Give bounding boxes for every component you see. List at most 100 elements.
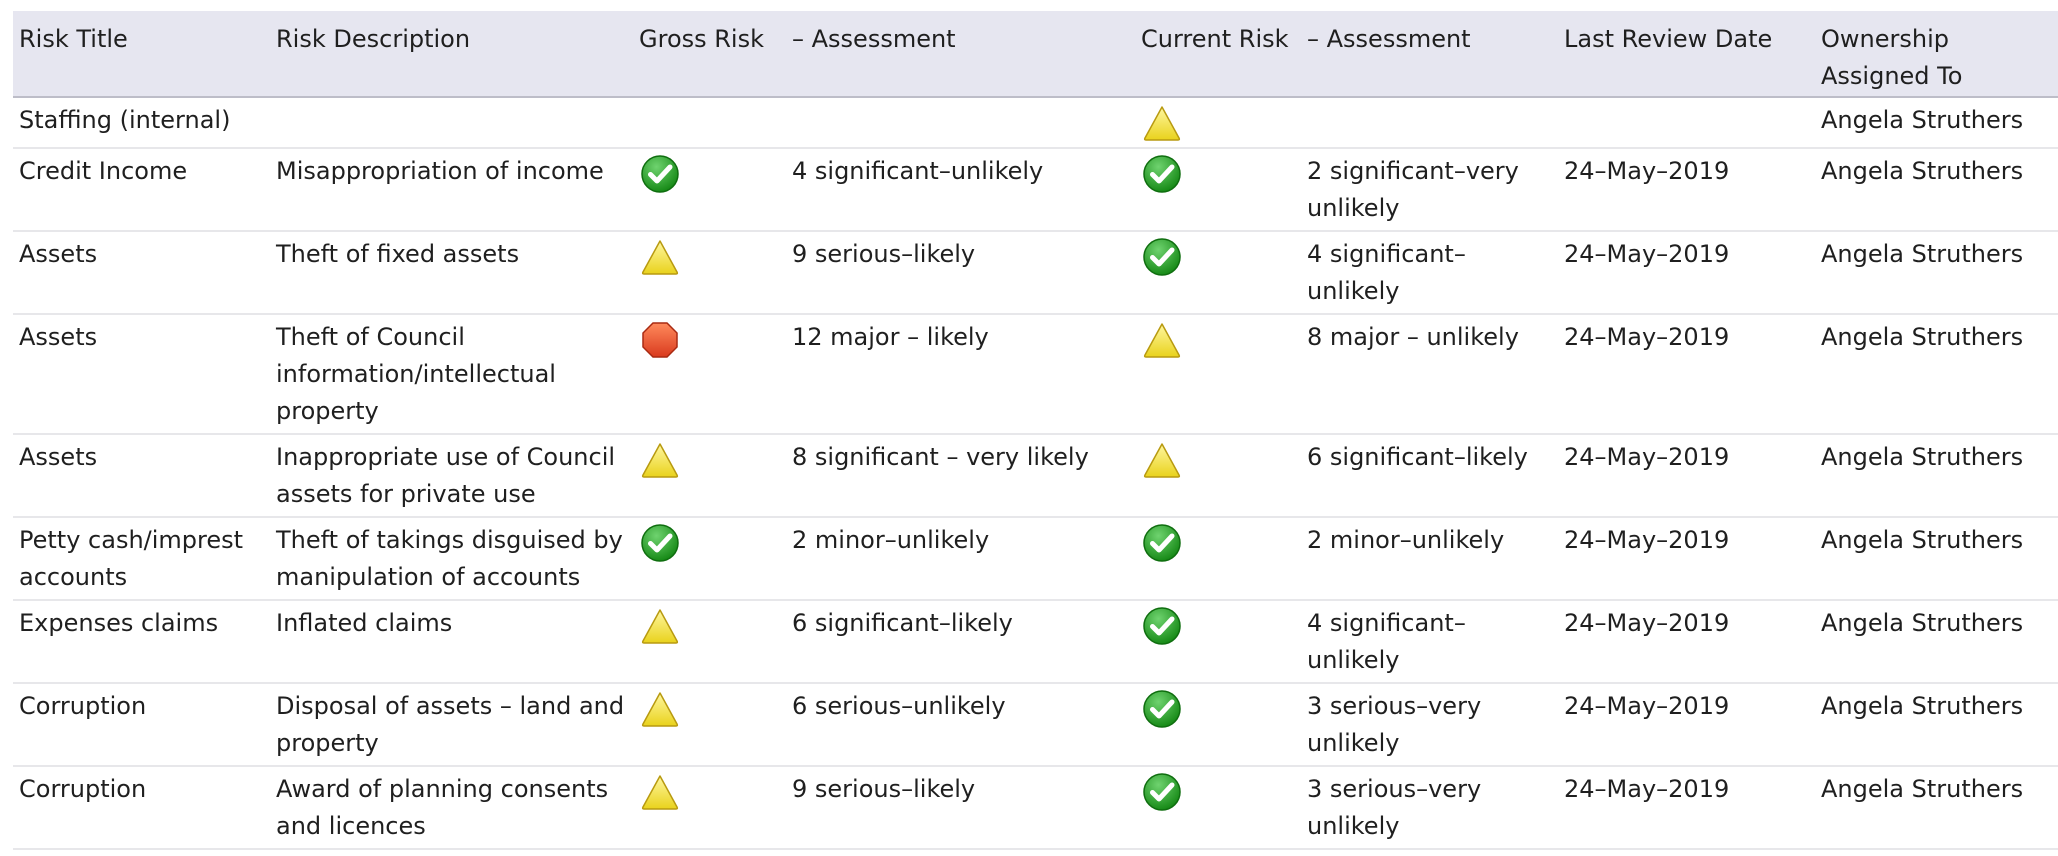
current-assessment-cell: 6 significant–likely <box>1301 434 1558 518</box>
owner-cell: Angela Struthers <box>1815 683 2058 767</box>
current-assessment-cell: 2 significant–very unlikely <box>1301 148 1558 232</box>
current-risk-cell <box>1135 766 1301 850</box>
gross-assessment-cell: 6 serious–unlikely <box>786 683 1135 767</box>
risk-description-cell <box>270 97 633 149</box>
column-header-current-assessment[interactable]: – Assessment <box>1301 11 1558 98</box>
column-header-risk-title[interactable]: Risk Title <box>13 11 270 98</box>
table-row[interactable]: Staffing (internal) Angela Struthers <box>13 97 2058 149</box>
risk-title-cell: Credit Income <box>13 148 270 232</box>
risk-register-table: Risk Title Risk Description Gross Risk –… <box>13 11 2058 850</box>
current-assessment-cell: 8 major – unlikely <box>1301 314 1558 435</box>
owner-cell: Angela Struthers <box>1815 97 2058 149</box>
check-icon <box>639 522 780 564</box>
risk-title-cell: Assets <box>13 434 270 518</box>
table-row[interactable]: Assets Theft of Council information/intel… <box>13 314 2058 435</box>
check-icon <box>639 153 780 195</box>
risk-description-cell: Award of planning consents and licences <box>270 766 633 850</box>
table-row[interactable]: Expenses claims Inflated claims 6 signific… <box>13 600 2058 684</box>
last-review-date-cell: 24–May–2019 <box>1558 314 1815 435</box>
risk-title-cell: Assets <box>13 314 270 435</box>
current-assessment-cell: 3 serious–very unlikely <box>1301 766 1558 850</box>
gross-assessment-cell: 9 serious–likely <box>786 766 1135 850</box>
risk-description-cell: Theft of takings disguised by manipulati… <box>270 517 633 601</box>
gross-assessment-cell <box>786 97 1135 149</box>
current-assessment-cell: 4 significant– unlikely <box>1301 600 1558 684</box>
risk-description-cell: Theft of Council information/intellectua… <box>270 314 633 435</box>
check-icon <box>1141 771 1295 813</box>
risk-title-cell: Assets <box>13 231 270 315</box>
risk-title-cell: Petty cash/imprest accounts <box>13 517 270 601</box>
current-risk-cell <box>1135 683 1301 767</box>
column-header-ownership[interactable]: Ownership Assigned To <box>1815 11 2058 98</box>
gross-assessment-cell: 4 significant–unlikely <box>786 148 1135 232</box>
risk-title-cell: Corruption <box>13 766 270 850</box>
last-review-date-cell: 24–May–2019 <box>1558 231 1815 315</box>
last-review-date-cell: 24–May–2019 <box>1558 517 1815 601</box>
risk-description-cell: Inflated claims <box>270 600 633 684</box>
owner-cell: Angela Struthers <box>1815 231 2058 315</box>
table-row[interactable]: Petty cash/imprest accounts Theft of taki… <box>13 517 2058 601</box>
warning-icon <box>639 771 780 813</box>
risk-title-cell: Staffing (internal) <box>13 97 270 149</box>
last-review-date-cell: 24–May–2019 <box>1558 148 1815 232</box>
last-review-date-cell: 24–May–2019 <box>1558 600 1815 684</box>
current-risk-cell <box>1135 517 1301 601</box>
table-row[interactable]: Assets Inappropriate use of Council asset… <box>13 434 2058 518</box>
check-icon <box>1141 522 1295 564</box>
warning-icon <box>1141 102 1295 144</box>
table-row[interactable]: Corruption Disposal of assets – land and … <box>13 683 2058 767</box>
gross-risk-cell <box>633 766 786 850</box>
current-risk-cell <box>1135 97 1301 149</box>
gross-risk-cell <box>633 434 786 518</box>
gross-assessment-cell: 2 minor–unlikely <box>786 517 1135 601</box>
check-icon <box>1141 605 1295 647</box>
column-header-last-review-date[interactable]: Last Review Date <box>1558 11 1815 98</box>
last-review-date-cell <box>1558 97 1815 149</box>
gross-assessment-cell: 9 serious–likely <box>786 231 1135 315</box>
risk-description-cell: Disposal of assets – land and property <box>270 683 633 767</box>
last-review-date-cell: 24–May–2019 <box>1558 434 1815 518</box>
column-header-gross-risk[interactable]: Gross Risk <box>633 11 786 98</box>
risk-description-cell: Theft of fixed assets <box>270 231 633 315</box>
warning-icon <box>639 236 780 278</box>
warning-icon <box>1141 319 1295 361</box>
table-row[interactable]: Corruption Award of planning consents and… <box>13 766 2058 850</box>
column-header-gross-assessment[interactable]: – Assessment <box>786 11 1135 98</box>
owner-cell: Angela Struthers <box>1815 434 2058 518</box>
table-row[interactable]: Assets Theft of fixed assets 9 serious–lik… <box>13 231 2058 315</box>
table-row[interactable]: Credit Income Misappropriation of income 4… <box>13 148 2058 232</box>
risk-description-cell: Inappropriate use of Council assets for … <box>270 434 633 518</box>
gross-assessment-cell: 12 major – likely <box>786 314 1135 435</box>
last-review-date-cell: 24–May–2019 <box>1558 683 1815 767</box>
risk-title-cell: Expenses claims <box>13 600 270 684</box>
check-icon <box>1141 153 1295 195</box>
gross-assessment-cell: 6 significant–likely <box>786 600 1135 684</box>
check-icon <box>1141 688 1295 730</box>
current-risk-cell <box>1135 600 1301 684</box>
warning-icon <box>639 688 780 730</box>
gross-risk-cell <box>633 148 786 232</box>
column-header-current-risk[interactable]: Current Risk <box>1135 11 1301 98</box>
gross-risk-cell <box>633 314 786 435</box>
owner-cell: Angela Struthers <box>1815 766 2058 850</box>
current-assessment-cell: 4 significant– unlikely <box>1301 231 1558 315</box>
current-risk-cell <box>1135 434 1301 518</box>
warning-icon <box>1141 439 1295 481</box>
stop-icon <box>639 319 780 361</box>
risk-title-cell: Corruption <box>13 683 270 767</box>
current-risk-cell <box>1135 231 1301 315</box>
gross-risk-cell <box>633 683 786 767</box>
warning-icon <box>639 605 780 647</box>
gross-risk-cell <box>633 517 786 601</box>
current-assessment-cell: 2 minor–unlikely <box>1301 517 1558 601</box>
table-header-row: Risk Title Risk Description Gross Risk –… <box>13 11 2058 98</box>
gross-risk-cell <box>633 600 786 684</box>
gross-risk-cell <box>633 231 786 315</box>
gross-assessment-cell: 8 significant – very likely <box>786 434 1135 518</box>
current-risk-cell <box>1135 314 1301 435</box>
column-header-risk-description[interactable]: Risk Description <box>270 11 633 98</box>
current-risk-cell <box>1135 148 1301 232</box>
owner-cell: Angela Struthers <box>1815 600 2058 684</box>
gross-risk-cell <box>633 97 786 149</box>
check-icon <box>1141 236 1295 278</box>
